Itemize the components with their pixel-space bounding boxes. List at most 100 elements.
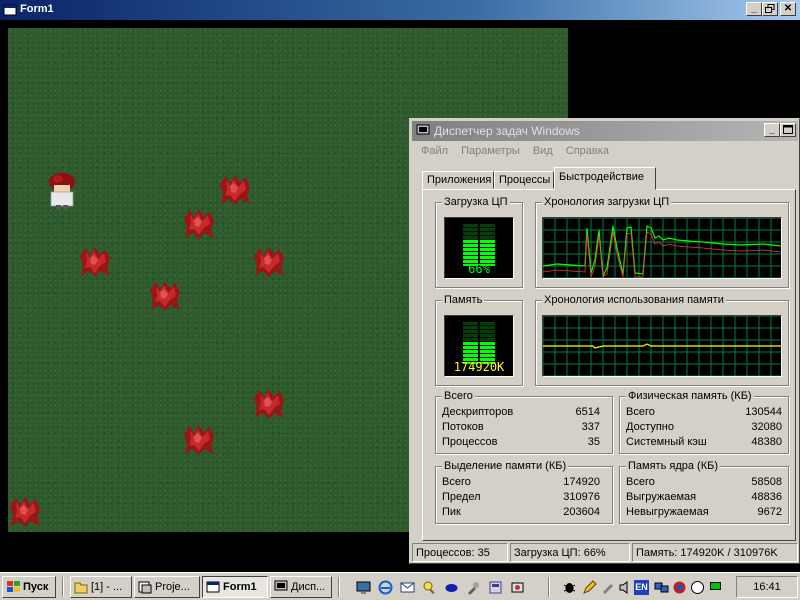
kernel-nonpaged-label: Невыгружаемая (626, 506, 709, 518)
task-manager-window[interactable]: Диспетчер задач Windows _ Файл Параметры… (409, 118, 800, 564)
shield-icon[interactable] (672, 580, 687, 595)
kernel-memory-group: Память ядра (КБ) Всего 58508 Выгружаемая… (619, 460, 789, 524)
task-manager-titlebar[interactable]: Диспетчер задач Windows _ (412, 121, 798, 141)
task-manager-title: Диспетчер задач Windows (434, 124, 580, 138)
restore-button[interactable] (762, 2, 778, 16)
crystal-icon (80, 247, 110, 277)
minimize-icon: _ (769, 124, 775, 135)
menu-help[interactable]: Справка (561, 143, 614, 159)
tool-icon[interactable] (466, 580, 481, 595)
clock[interactable]: 16:41 (736, 576, 798, 598)
monitor-icon[interactable] (708, 580, 723, 595)
cpu-meter-segment (463, 252, 478, 255)
totals-group: Всего Дескрипторов 6514 Потоков 337 Проц… (435, 390, 613, 454)
cpu-meter-segment (480, 252, 495, 255)
tm-minimize-button[interactable]: _ (764, 123, 780, 137)
memory-meter-segment (480, 354, 495, 357)
start-label: Пуск (23, 581, 49, 593)
cpu-history-group: Хронология загрузки ЦП (535, 196, 789, 288)
media-icon[interactable] (444, 580, 459, 595)
memory-meter-segment (463, 322, 478, 325)
form-window-icon (206, 581, 220, 593)
cpu-history-graph (542, 217, 782, 279)
vb-form-icon (3, 4, 17, 16)
memory-title: Память (442, 294, 485, 306)
task-button-project[interactable]: Proje... (134, 576, 200, 598)
task-button-form1[interactable]: Form1 (202, 576, 268, 598)
crystal-icon (254, 247, 284, 277)
status-memory: Память: 174920K / 310976K (632, 543, 798, 562)
desktop-icon[interactable] (356, 580, 371, 595)
memory-meter-segment (480, 342, 495, 345)
minimize-button[interactable]: _ (746, 2, 762, 16)
cpu-meter-bars (463, 224, 495, 266)
processes-label: Процессов (442, 436, 498, 448)
tm-maximize-button[interactable] (780, 123, 796, 137)
network-icon[interactable] (654, 580, 669, 595)
app2-icon[interactable] (510, 580, 525, 595)
performance-panel: Загрузка ЦП 66% Хронология загрузки ЦП П… (422, 189, 796, 541)
handles-value: 6514 (575, 406, 600, 418)
memory-history-chart (543, 316, 781, 376)
kernel-total-label: Всего (626, 476, 655, 488)
menu-bar: Файл Параметры Вид Справка (412, 143, 798, 161)
task-button-taskmgr[interactable]: Дисп... (270, 576, 332, 598)
cpu-meter-segment (463, 232, 478, 235)
form1-titlebar[interactable]: Form1 _ ✕ (0, 0, 800, 20)
commit-total-label: Всего (442, 476, 471, 488)
search-icon[interactable] (422, 580, 437, 595)
task-label: Proje... (155, 581, 190, 593)
memory-value: 174920K (453, 360, 505, 374)
pen-icon[interactable] (582, 580, 597, 595)
cpu-meter-segment (480, 244, 495, 247)
start-button[interactable]: Пуск (2, 576, 56, 598)
cpu-meter-segment (480, 248, 495, 251)
commit-charge-title: Выделение памяти (КБ) (442, 460, 569, 472)
cpu-meter: 66% (444, 217, 514, 279)
commit-limit-value: 310976 (563, 491, 600, 503)
tab-applications[interactable]: Приложения (422, 171, 494, 189)
kernel-paged-value: 48836 (751, 491, 782, 503)
memory-meter: 174920K (444, 315, 514, 377)
menu-view[interactable]: Вид (528, 143, 558, 159)
memory-meter-segment (480, 338, 495, 341)
task-button-folder[interactable]: [1] - ... (70, 576, 132, 598)
commit-charge-group: Выделение памяти (КБ) Всего 174920 Преде… (435, 460, 613, 524)
menu-file[interactable]: Файл (416, 143, 453, 159)
phys-available-value: 32080 (751, 421, 782, 433)
ie-icon[interactable] (378, 580, 393, 595)
crystal-icon (184, 209, 214, 239)
memory-group: Память 174920K (435, 294, 523, 386)
bug-icon[interactable] (562, 580, 577, 595)
tab-strip: Приложения Процессы Быстродействие (422, 167, 792, 190)
close-button[interactable]: ✕ (780, 2, 796, 16)
commit-peak-value: 203604 (563, 506, 600, 518)
memory-meter-segment (480, 350, 495, 353)
threads-value: 337 (581, 421, 600, 433)
circle-icon[interactable] (690, 580, 705, 595)
task-manager-icon (274, 580, 288, 591)
outlook-icon[interactable] (400, 580, 415, 595)
cpu-history-chart (543, 218, 781, 278)
cpu-meter-segment (463, 224, 478, 227)
taskbar-separator (548, 577, 550, 597)
app-icon[interactable] (488, 580, 503, 595)
cpu-meter-segment (480, 232, 495, 235)
tool2-icon[interactable] (600, 580, 615, 595)
cpu-usage-title: Загрузка ЦП (442, 196, 510, 208)
memory-history-graph (542, 315, 782, 377)
kernel-paged-label: Выгружаемая (626, 491, 697, 503)
volume-icon[interactable] (618, 580, 633, 595)
language-en-icon[interactable]: EN (634, 580, 649, 595)
tab-processes[interactable]: Процессы (494, 171, 554, 189)
player-character-icon (49, 173, 75, 210)
cpu-history-title: Хронология загрузки ЦП (542, 196, 672, 208)
memory-meter-segment (480, 334, 495, 337)
maximize-icon (783, 125, 793, 134)
memory-meter-bars (463, 322, 495, 364)
crystal-icon (10, 497, 40, 527)
memory-history-group: Хронология использования памяти (535, 294, 789, 386)
cpu-meter-segment (463, 240, 478, 243)
menu-options[interactable]: Параметры (456, 143, 525, 159)
tab-performance[interactable]: Быстродействие (554, 167, 656, 190)
